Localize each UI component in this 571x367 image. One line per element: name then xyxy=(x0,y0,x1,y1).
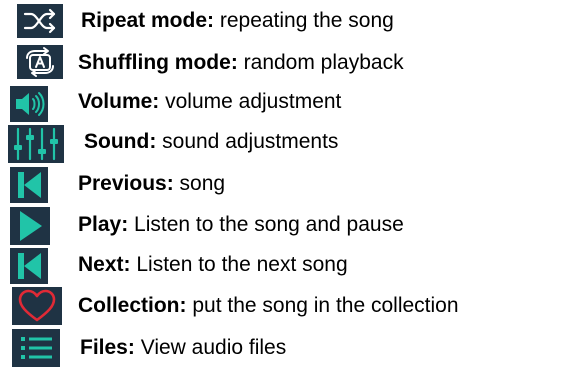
legend-description: random playback xyxy=(237,51,404,74)
list-icon xyxy=(12,329,60,367)
legend-row-play: Play: Listen to the song and pause xyxy=(0,205,571,245)
repeat-shuffle-icon xyxy=(17,4,63,38)
legend-text-sound: Sound: sound adjustments xyxy=(84,129,338,155)
legend-label: Volume: xyxy=(78,90,160,113)
legend-text-files: Files: View audio files xyxy=(80,335,286,361)
legend-description: volume adjustment xyxy=(159,90,342,113)
legend-label: Shuffling mode: xyxy=(78,51,238,74)
legend-description: song xyxy=(173,172,226,195)
legend-text-play: Play: Listen to the song and pause xyxy=(78,212,404,238)
legend-label: Ripeat mode: xyxy=(81,9,215,32)
legend-row-sound: Sound: sound adjustments xyxy=(0,123,571,163)
legend-label: Files: xyxy=(80,336,135,359)
legend-label: Previous: xyxy=(78,172,174,195)
legend-label: Sound: xyxy=(84,130,157,153)
legend-row-repeat: Ripeat mode: repeating the song xyxy=(0,2,571,42)
play-icon xyxy=(10,207,50,245)
equalizer-icon xyxy=(8,125,64,163)
legend-row-shuffle: Shuffling mode: random playback xyxy=(0,43,571,83)
shuffle-a-icon xyxy=(17,45,63,79)
legend-description: Listen to the next song xyxy=(130,253,348,276)
heart-icon xyxy=(12,287,62,325)
legend-label: Next: xyxy=(78,253,131,276)
legend-description: Listen to the song and pause xyxy=(128,213,404,236)
legend-label: Play: xyxy=(78,213,129,236)
legend-description: View audio files xyxy=(134,336,287,359)
legend-row-previous: Previous: song xyxy=(0,165,571,205)
legend-text-next: Next: Listen to the next song xyxy=(78,252,348,278)
legend-description: put the song in the collection xyxy=(186,294,459,317)
legend-row-collection: Collection: put the song in the collecti… xyxy=(0,285,571,325)
legend-row-volume: Volume: volume adjustment xyxy=(0,83,571,123)
legend-text-shuffle: Shuffling mode: random playback xyxy=(78,50,404,76)
legend-text-collection: Collection: put the song in the collecti… xyxy=(78,293,459,319)
legend-text-repeat: Ripeat mode: repeating the song xyxy=(81,8,394,34)
previous-icon xyxy=(10,167,48,203)
legend-text-volume: Volume: volume adjustment xyxy=(78,89,341,115)
legend-row-files: Files: View audio files xyxy=(0,327,571,367)
legend-description: sound adjustments xyxy=(156,130,339,153)
volume-icon xyxy=(10,86,48,122)
legend-label: Collection: xyxy=(78,294,187,317)
next-icon xyxy=(10,248,48,284)
legend-row-next: Next: Listen to the next song xyxy=(0,246,571,286)
legend-text-previous: Previous: song xyxy=(78,171,225,197)
legend-description: repeating the song xyxy=(214,9,394,32)
